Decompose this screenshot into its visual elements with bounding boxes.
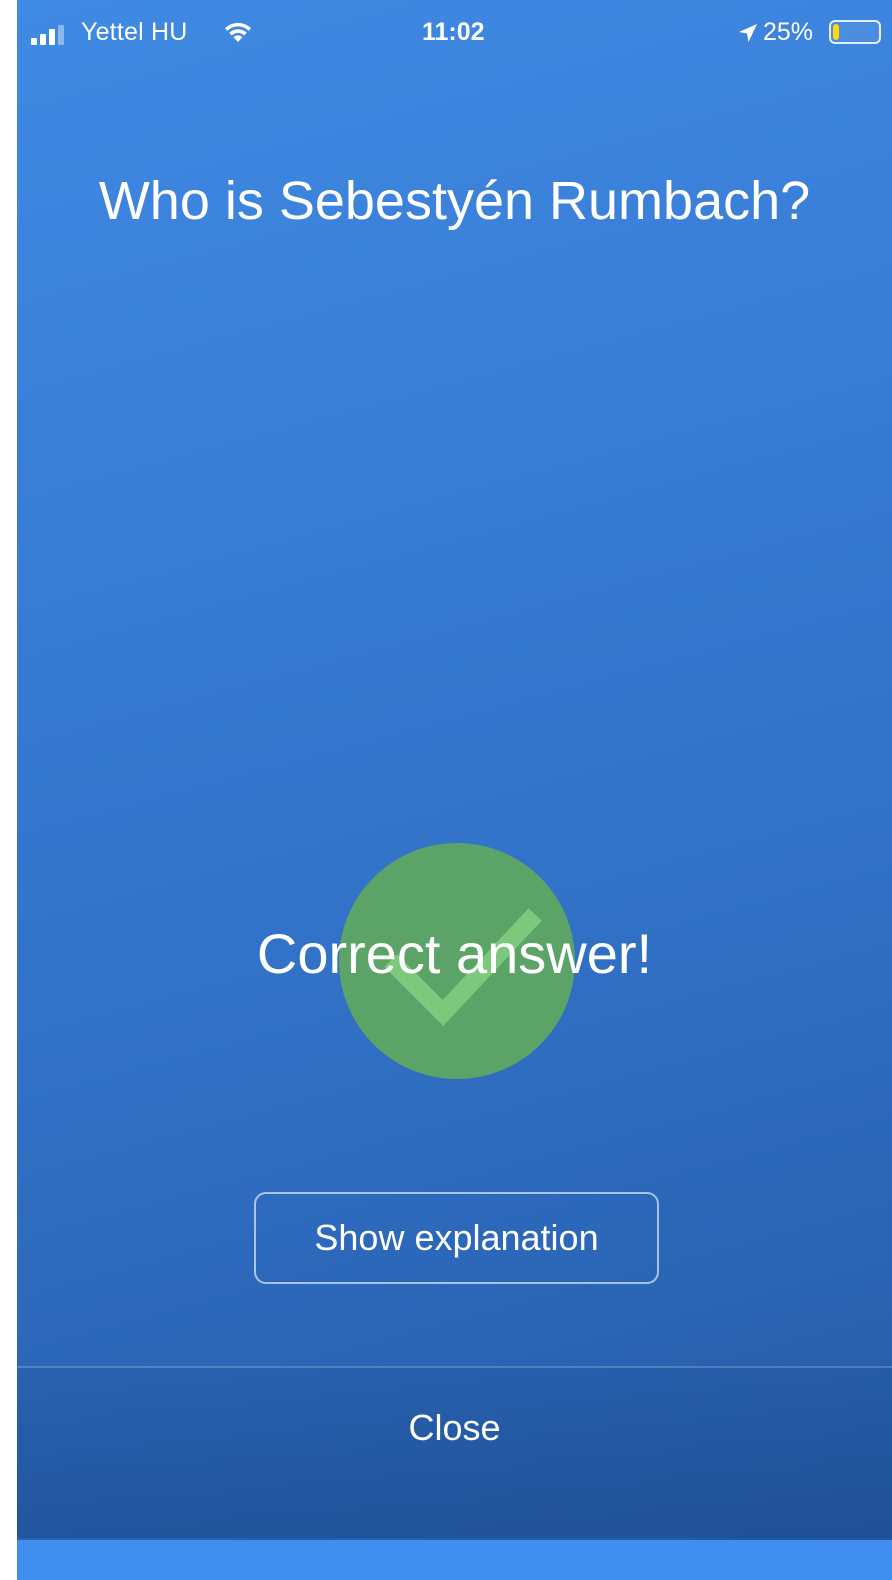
battery-percentage: 25% [763, 18, 814, 46]
wifi-icon [225, 22, 251, 42]
status-bar: Yettel HU 11:02 25% [17, 0, 892, 66]
show-explanation-button[interactable]: Show explanation [254, 1192, 659, 1284]
footer-divider [17, 1366, 892, 1368]
question-title: Who is Sebestyén Rumbach? [98, 171, 811, 231]
battery-icon [829, 20, 881, 44]
signal-strength-icon [31, 25, 71, 45]
battery-level-fill [833, 24, 839, 40]
status-time: 11:02 [422, 18, 485, 46]
close-button[interactable]: Close [17, 1392, 892, 1464]
quiz-result-screen: Yettel HU 11:02 25% Who is Sebestyén Rum… [17, 0, 892, 1580]
carrier-name: Yettel HU [81, 18, 188, 46]
result-message: Correct answer! [256, 922, 653, 985]
location-arrow-icon [739, 24, 757, 42]
bottom-bar [17, 1540, 892, 1580]
